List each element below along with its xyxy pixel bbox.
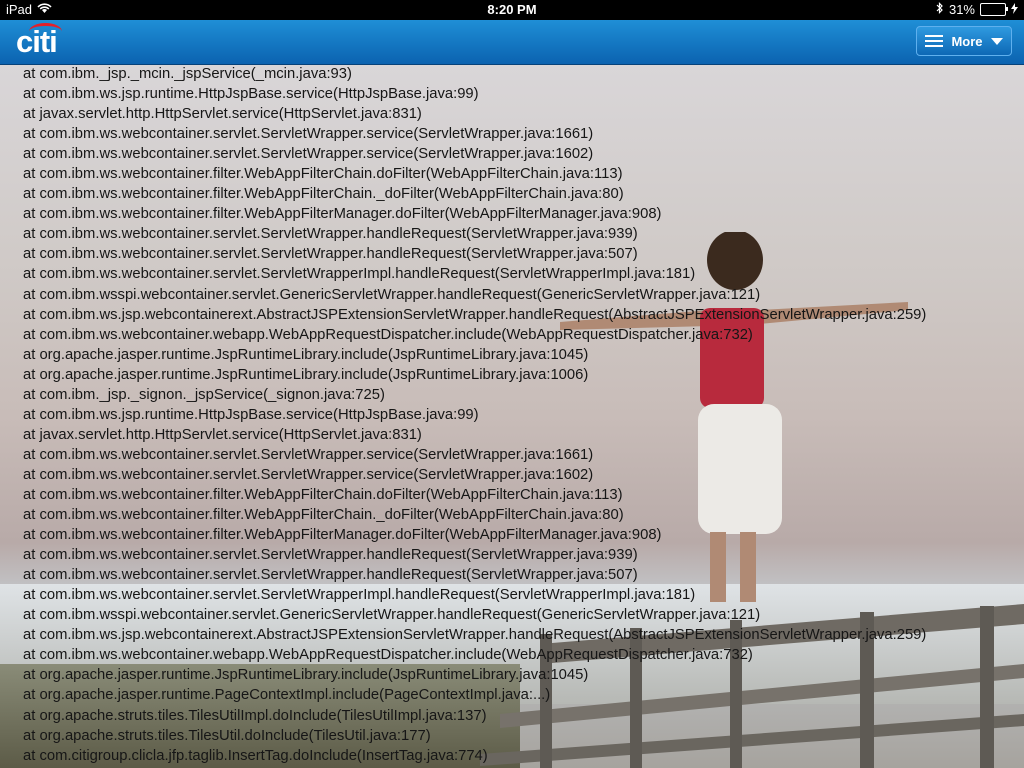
menu-icon	[925, 35, 944, 47]
stack-trace-line: at com.ibm.wsspi.webcontainer.servlet.Ge…	[23, 607, 761, 624]
chevron-down-icon	[990, 37, 1003, 45]
stack-trace-line: at com.ibm.ws.webcontainer.filter.WebApp…	[23, 166, 623, 183]
stack-trace-line: at com.ibm.ws.webcontainer.filter.WebApp…	[23, 186, 624, 203]
stack-trace-line: at com.ibm.ws.webcontainer.webapp.WebApp…	[23, 647, 753, 664]
stack-trace-line: at com.ibm.ws.webcontainer.servlet.Servl…	[23, 226, 638, 243]
stack-trace-line: at org.apache.jasper.runtime.JspRuntimeL…	[23, 366, 589, 383]
battery-icon	[980, 3, 1008, 16]
stack-trace-line: at com.ibm.ws.webcontainer.servlet.Servl…	[23, 567, 638, 584]
stack-trace-line: at org.apache.struts.tiles.TilesUtil.doI…	[23, 727, 431, 744]
stack-trace-line: at com.ibm.ws.webcontainer.servlet.Servl…	[23, 446, 594, 463]
stack-trace-line: at com.ibm.ws.webcontainer.servlet.Servl…	[23, 246, 638, 263]
stack-trace-line: at com.citigroup.clicla.jfp.taglib.Inser…	[23, 747, 488, 764]
stack-trace-line: at com.ibm.ws.webcontainer.filter.WebApp…	[23, 486, 623, 503]
stack-trace-line: at com.ibm.ws.webcontainer.webapp.WebApp…	[23, 326, 753, 343]
stack-trace-line: at com.ibm.ws.jsp.webcontainerext.Abstra…	[23, 627, 927, 644]
clock: 8:20 PM	[487, 2, 537, 17]
status-bar: iPad 8:20 PM 31%	[0, 0, 1024, 20]
stack-trace-line: at com.ibm.wsspi.webcontainer.servlet.Ge…	[23, 286, 761, 303]
stack-trace-line: at org.apache.jasper.runtime.PageContext…	[23, 687, 551, 704]
stack-trace-line: at org.apache.struts.tiles.TilesUtilImpl…	[23, 707, 487, 724]
charging-icon	[1011, 2, 1018, 17]
stack-trace-line: at com.ibm.ws.webcontainer.filter.WebApp…	[23, 507, 624, 524]
stack-trace-line: at com.ibm.ws.jsp.webcontainerext.Abstra…	[23, 306, 927, 323]
status-right: 31%	[936, 2, 1018, 17]
stack-trace-line: at org.apache.jasper.runtime.JspRuntimeL…	[23, 346, 589, 363]
stack-trace-line: at javax.servlet.http.HttpServlet.servic…	[23, 426, 422, 443]
stack-trace-line: at com.ibm.ws.jsp.runtime.HttpJspBase.se…	[23, 86, 479, 103]
stack-trace-text: at com.ibm._jsp._mcin._jspService(_mcin.…	[23, 64, 1013, 766]
battery-percent: 31%	[948, 2, 975, 17]
stack-trace-line: at com.ibm._jsp._mcin._jspService(_mcin.…	[23, 66, 352, 82]
more-menu-button[interactable]: More	[916, 26, 1012, 56]
stack-trace-line: at com.ibm.ws.webcontainer.servlet.Servl…	[23, 547, 638, 564]
stack-trace-line: at com.ibm.ws.webcontainer.filter.WebApp…	[23, 527, 662, 544]
bluetooth-icon	[936, 2, 944, 17]
stack-trace-line: at com.ibm.ws.webcontainer.servlet.Servl…	[23, 266, 696, 283]
stack-trace-line: at com.ibm.ws.webcontainer.servlet.Servl…	[23, 146, 594, 163]
stack-trace-line: at com.ibm.ws.webcontainer.filter.WebApp…	[23, 206, 662, 223]
citi-logo[interactable]: citi	[16, 24, 58, 60]
stack-trace-line: at com.ibm.ws.jsp.runtime.HttpJspBase.se…	[23, 406, 479, 423]
app-header: citi More	[0, 20, 1024, 65]
stack-trace-line: at org.apache.jasper.runtime.JspRuntimeL…	[23, 667, 589, 684]
stack-trace-line: at javax.servlet.http.HttpServlet.servic…	[23, 106, 422, 123]
stack-trace-line: at com.ibm.ws.webcontainer.servlet.Servl…	[23, 466, 594, 483]
more-label: More	[951, 33, 983, 49]
stack-trace-line: at com.ibm.ws.webcontainer.servlet.Servl…	[23, 126, 594, 143]
stack-trace-line: at com.ibm._jsp._signon._jspService(_sig…	[23, 386, 385, 403]
stack-trace-line: at com.ibm.ws.webcontainer.servlet.Servl…	[23, 587, 696, 604]
